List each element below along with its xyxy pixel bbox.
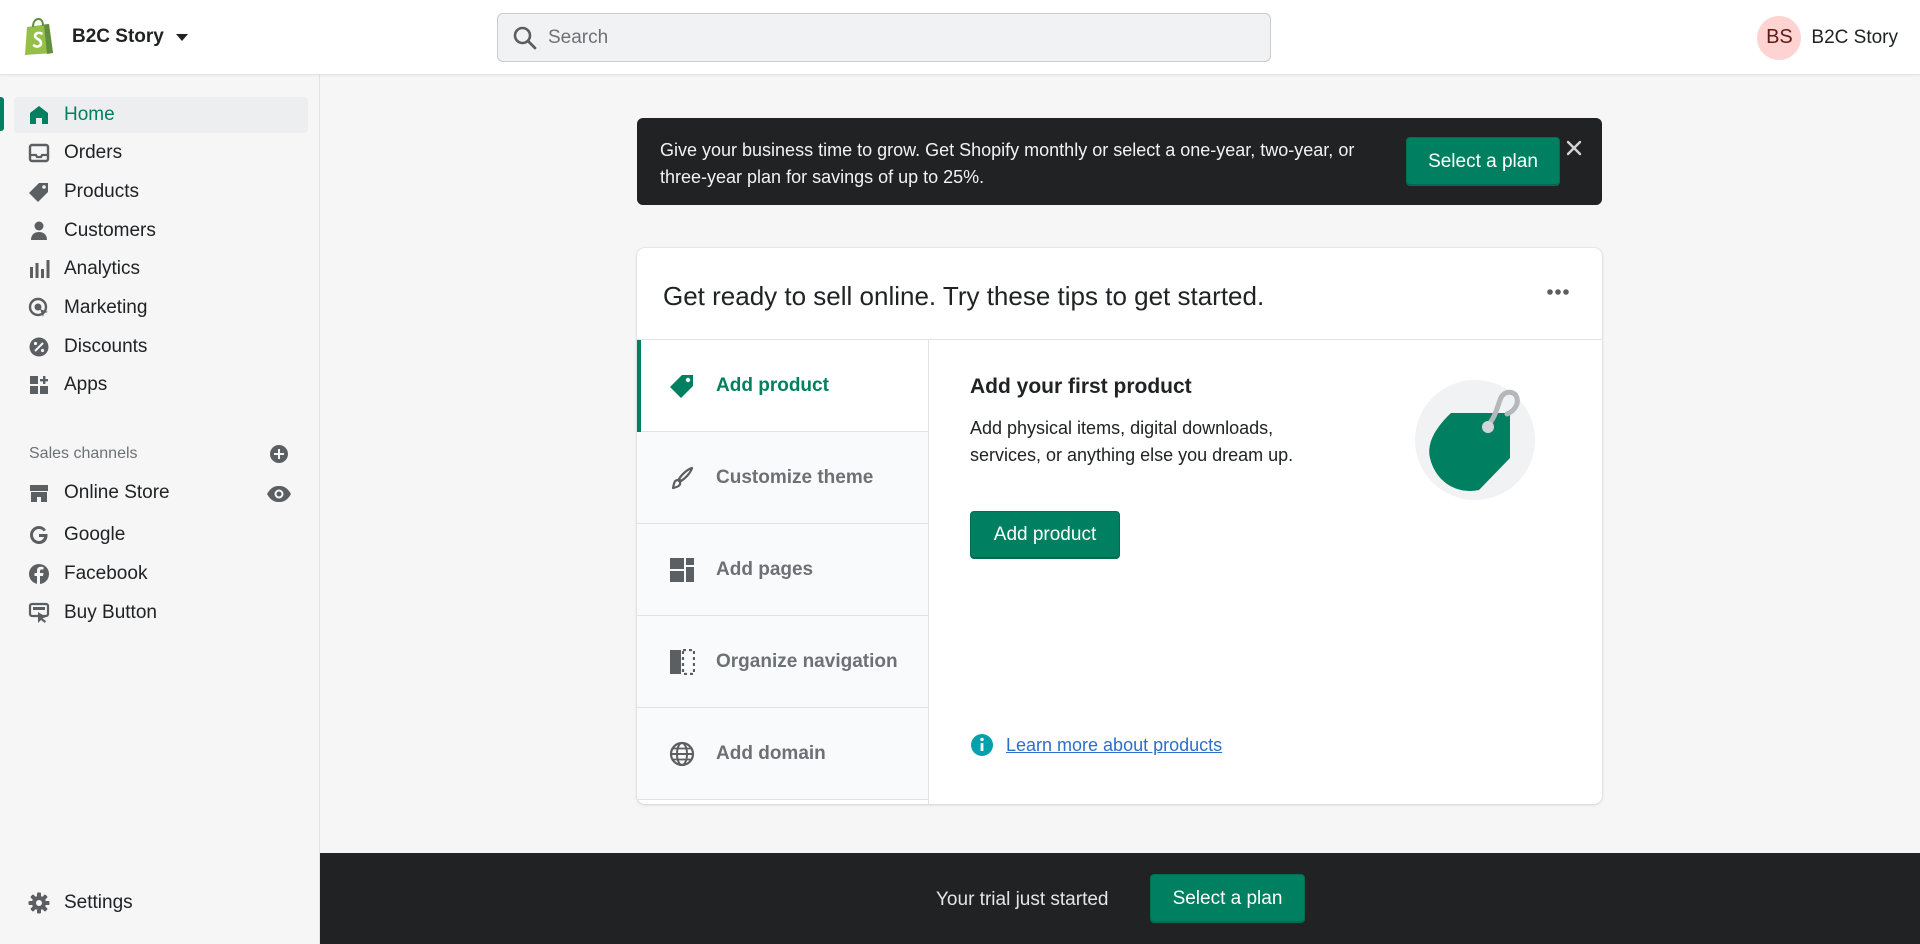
main-content: Give your business time to grow. Get Sho…	[320, 75, 1920, 944]
sidebar-item-products[interactable]: Products	[14, 174, 308, 210]
orders-icon	[28, 142, 50, 164]
home-icon	[28, 104, 50, 126]
sidebar-item-label: Customers	[64, 220, 156, 241]
active-indicator	[0, 97, 4, 131]
search-bar[interactable]	[497, 13, 1271, 62]
store-switcher[interactable]: B2C Story	[22, 16, 188, 58]
select-plan-button[interactable]: Select a plan	[1150, 874, 1305, 923]
sidebar-item-google[interactable]: Google	[14, 517, 308, 553]
account-menu[interactable]: BS B2C Story	[1757, 15, 1898, 60]
sidebar-item-online-store[interactable]: Online Store	[14, 475, 308, 511]
sidebar-item-label: Buy Button	[64, 602, 157, 623]
discount-icon	[28, 336, 50, 358]
gear-icon	[28, 892, 50, 914]
info-icon	[971, 734, 993, 756]
search-input[interactable]	[548, 26, 1228, 49]
tag-icon	[28, 181, 50, 203]
store-name: B2C Story	[72, 26, 164, 47]
store-icon	[28, 482, 50, 504]
eye-icon[interactable]	[266, 483, 292, 505]
trial-text: Your trial just started	[936, 889, 1109, 910]
sidebar: Home Orders Products Customers Analytics…	[0, 75, 320, 944]
sidebar-item-home[interactable]: Home	[14, 97, 308, 133]
add-product-button[interactable]: Add product	[970, 511, 1120, 559]
sidebar-item-analytics[interactable]: Analytics	[14, 251, 308, 287]
tab-label: Add product	[716, 374, 829, 396]
tab-organize-navigation[interactable]: Organize navigation	[637, 616, 928, 708]
tab-label: Add domain	[716, 742, 826, 764]
sidebar-item-customers[interactable]: Customers	[14, 213, 308, 249]
banner-text: Give your business time to grow. Get Sho…	[660, 140, 1355, 187]
sidebar-item-label: Products	[64, 181, 139, 202]
tab-add-pages[interactable]: Add pages	[637, 524, 928, 616]
caret-down-icon	[175, 33, 188, 41]
navigation-icon	[668, 648, 696, 676]
learn-more-link[interactable]: Learn more about products	[1006, 735, 1222, 756]
facebook-icon	[28, 563, 50, 585]
plan-banner: Give your business time to grow. Get Sho…	[637, 118, 1602, 205]
sidebar-item-label: Discounts	[64, 336, 148, 357]
sidebar-item-facebook[interactable]: Facebook	[14, 556, 308, 592]
sidebar-item-buy-button[interactable]: Buy Button	[14, 595, 308, 631]
trial-bar: Your trial just started Select a plan	[320, 853, 1920, 944]
select-plan-button[interactable]: Select a plan	[1406, 137, 1560, 186]
pages-icon	[668, 556, 696, 584]
close-icon[interactable]	[1562, 136, 1586, 160]
card-title: Get ready to sell online. Try these tips…	[663, 281, 1265, 311]
apps-icon	[28, 374, 50, 396]
panel-title: Add your first product	[970, 375, 1192, 398]
sidebar-item-marketing[interactable]: Marketing	[14, 290, 308, 326]
sidebar-item-label: Settings	[64, 892, 133, 913]
add-circle-icon[interactable]	[268, 443, 290, 465]
tab-label: Add pages	[716, 558, 814, 580]
sidebar-item-discounts[interactable]: Discounts	[14, 329, 308, 365]
tab-add-domain[interactable]: Add domain	[637, 708, 928, 800]
bar-chart-icon	[28, 258, 50, 280]
buy-button-icon	[28, 602, 50, 624]
tab-customize-theme[interactable]: Customize theme	[637, 432, 928, 524]
tab-label: Organize navigation	[716, 650, 898, 672]
sidebar-item-label: Facebook	[64, 563, 148, 584]
sales-channels-heading: Sales channels	[29, 445, 138, 462]
top-bar: B2C Story BS B2C Story	[0, 0, 1920, 75]
globe-icon	[668, 740, 696, 768]
shopify-bag-icon	[25, 18, 53, 55]
avatar: BS	[1757, 15, 1802, 60]
tag-icon	[668, 372, 696, 400]
sidebar-item-label: Apps	[64, 374, 108, 395]
product-tag-illustration	[1415, 380, 1535, 500]
tab-panel-add-product: Add your first product Add physical item…	[970, 340, 1580, 804]
setup-guide-card: Get ready to sell online. Try these tips…	[637, 248, 1602, 804]
target-icon	[28, 297, 50, 319]
sidebar-item-label: Analytics	[64, 258, 141, 279]
tab-add-product[interactable]: Add product	[637, 340, 928, 432]
sidebar-item-orders[interactable]: Orders	[14, 135, 308, 171]
sidebar-item-label: Orders	[64, 142, 123, 163]
sidebar-item-label: Online Store	[64, 482, 170, 503]
setup-tabs: Add product Customize theme Add pages Or…	[637, 340, 929, 804]
sidebar-item-label: Marketing	[64, 297, 148, 318]
tab-label: Customize theme	[716, 466, 874, 488]
sidebar-item-settings[interactable]: Settings	[14, 885, 308, 921]
brush-icon	[668, 464, 696, 492]
sidebar-item-label: Home	[64, 104, 115, 125]
account-name: B2C Story	[1811, 26, 1898, 48]
learn-more-row: Learn more about products	[970, 733, 1222, 757]
google-icon	[28, 524, 50, 546]
sidebar-item-apps[interactable]: Apps	[14, 367, 308, 403]
person-icon	[28, 220, 50, 242]
panel-description: Add physical items, digital downloads, s…	[970, 418, 1294, 465]
sidebar-item-label: Google	[64, 524, 126, 545]
more-horizontal-icon[interactable]	[1542, 278, 1574, 306]
search-icon	[513, 26, 537, 49]
